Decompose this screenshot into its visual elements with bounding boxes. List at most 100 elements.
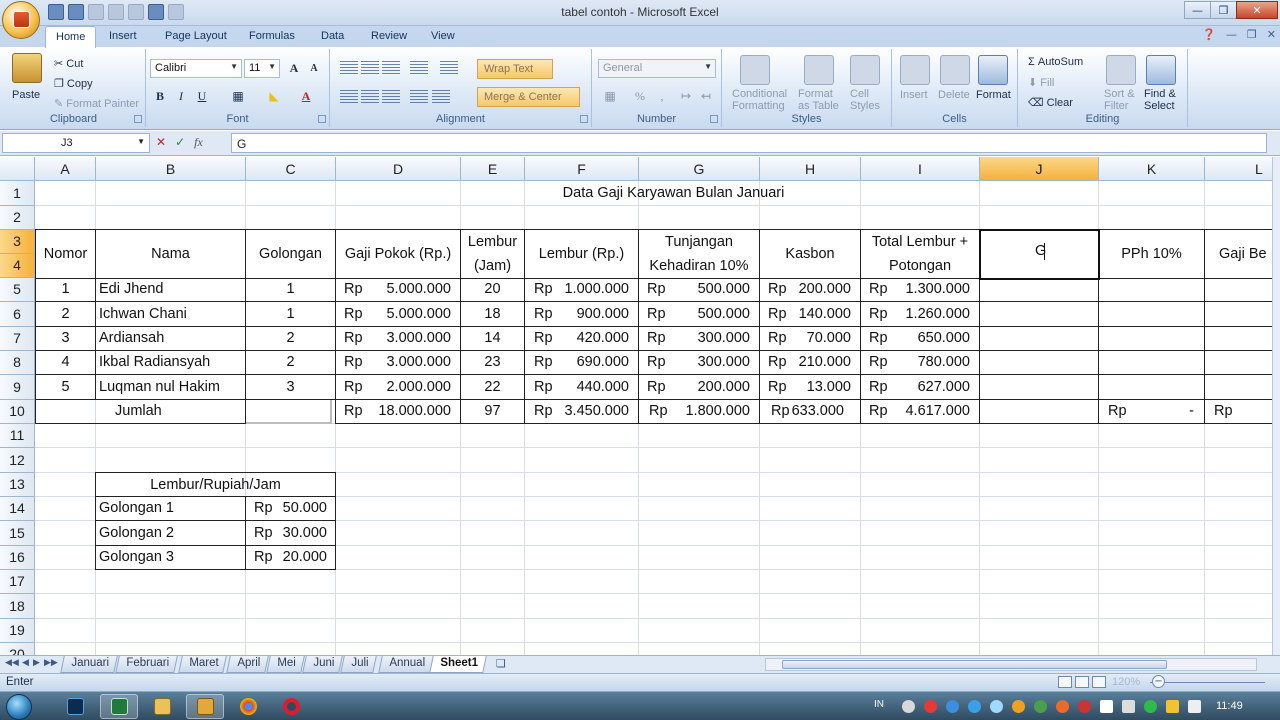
data-cell-no[interactable]: 5	[35, 375, 96, 400]
data-cell-kas[interactable]: Rp 210.000	[760, 351, 861, 375]
header-nama[interactable]: Nama	[96, 229, 246, 279]
header-lembur-rp[interactable]: Lembur (Rp.)	[525, 229, 639, 279]
data-cell-kas[interactable]: Rp 13.000	[760, 375, 861, 400]
paste-button[interactable]: Paste	[12, 89, 40, 101]
jumlah-golongan-cell[interactable]	[246, 400, 332, 424]
data-cell-jam[interactable]: 23	[461, 351, 525, 375]
sort-filter-icon[interactable]	[1106, 55, 1136, 85]
row-header-8[interactable]: 8	[0, 351, 35, 375]
data-cell-jam[interactable]: 14	[461, 327, 525, 351]
column-header-e[interactable]: E	[461, 157, 525, 181]
tab-data[interactable]: Data	[321, 30, 344, 42]
font-launcher-icon[interactable]	[318, 115, 326, 123]
column-header-c[interactable]: C	[246, 157, 336, 181]
header-total[interactable]: Total Lembur + Potongan	[861, 229, 980, 279]
tray-app-icon[interactable]	[1012, 700, 1025, 713]
tray-app-icon[interactable]	[1078, 700, 1091, 713]
data-cell-gol[interactable]: 2	[246, 327, 336, 351]
column-header-g[interactable]: G	[639, 157, 760, 181]
tray-app-icon[interactable]	[1034, 700, 1047, 713]
taskbar-explorer[interactable]	[143, 694, 181, 719]
vertical-scrollbar[interactable]	[1272, 157, 1280, 655]
data-cell-tunj[interactable]: Rp 300.000	[639, 351, 760, 375]
sheet-tab-annual[interactable]: Annual	[378, 656, 434, 673]
tray-app-icon[interactable]	[968, 700, 981, 713]
data-cell-kas[interactable]: Rp 140.000	[760, 302, 861, 327]
header-kasbon[interactable]: Kasbon	[760, 229, 861, 279]
header-pph[interactable]: PPh 10%	[1099, 229, 1205, 279]
row-header-4[interactable]: 4	[0, 254, 35, 278]
network-icon[interactable]	[1100, 700, 1113, 713]
data-cell-tot[interactable]: Rp 1.260.000	[861, 302, 980, 327]
data-cell-lembur[interactable]: Rp 440.000	[525, 375, 639, 400]
number-format-select[interactable]: General ▼	[598, 59, 716, 78]
font-color-button[interactable]: A	[296, 87, 316, 106]
column-header-h[interactable]: H	[760, 157, 861, 181]
column-header-l[interactable]: L	[1205, 157, 1272, 181]
sheet-tab-maret[interactable]: Maret	[178, 656, 228, 673]
grow-font-button[interactable]: A	[284, 59, 304, 78]
lembur-rate[interactable]: Rp 30.000	[246, 521, 336, 546]
last-sheet-icon[interactable]: ▶▶	[44, 658, 58, 668]
row-header-16[interactable]: 16	[0, 546, 35, 570]
orientation-icon[interactable]	[410, 61, 428, 75]
data-cell-tot[interactable]: Rp 650.000	[861, 327, 980, 351]
data-cell-tunj[interactable]: Rp 200.000	[639, 375, 760, 400]
tab-page-layout[interactable]: Page Layout	[165, 30, 227, 42]
data-cell-nama[interactable]: Ikbal Radiansyah	[96, 351, 246, 375]
scroll-thumb[interactable]	[782, 660, 1167, 669]
cut-button[interactable]: ✂ Cut	[54, 57, 83, 70]
data-cell-gol[interactable]: 2	[246, 351, 336, 375]
row-header-19[interactable]: 19	[0, 619, 35, 643]
clear-button[interactable]: ⌫ Clear	[1028, 96, 1073, 109]
wrap-text-button[interactable]: Wrap Text	[477, 59, 553, 79]
copy-button[interactable]: ❐ Copy	[54, 77, 93, 90]
align-right-icon[interactable]	[382, 90, 400, 104]
column-header-k[interactable]: K	[1099, 157, 1205, 181]
office-button[interactable]	[2, 1, 40, 39]
tray-app-icon[interactable]	[990, 700, 1003, 713]
header-golongan[interactable]: Golongan	[246, 229, 336, 279]
close-button[interactable]: ✕	[1236, 1, 1278, 19]
bold-button[interactable]: B	[150, 87, 170, 106]
tray-app-icon[interactable]	[924, 700, 937, 713]
column-header-b[interactable]: B	[96, 157, 246, 181]
insert-cells-icon[interactable]	[900, 55, 930, 85]
data-cell-lembur[interactable]: Rp 690.000	[525, 351, 639, 375]
lembur-golongan[interactable]: Golongan 3	[95, 546, 246, 570]
page-layout-view-icon[interactable]	[1075, 676, 1089, 688]
currency-icon[interactable]: ▦	[600, 87, 620, 106]
lembur-golongan[interactable]: Golongan 2	[95, 521, 246, 546]
zoom-slider[interactable]	[1150, 682, 1265, 683]
tray-app-icon[interactable]	[1056, 700, 1069, 713]
formula-input[interactable]: G	[231, 133, 1267, 153]
align-bottom-icon[interactable]	[382, 61, 400, 75]
tray-app-icon[interactable]	[902, 700, 915, 713]
zoom-out-icon[interactable]: −	[1152, 675, 1165, 688]
start-button[interactable]	[6, 694, 32, 720]
align-left-icon[interactable]	[340, 90, 358, 104]
row-header-9[interactable]: 9	[0, 375, 35, 400]
row-header-13[interactable]: 13	[0, 473, 35, 497]
header-lembur-jam[interactable]: Lembur (Jam)	[461, 229, 525, 279]
shrink-font-button[interactable]: A	[304, 59, 324, 78]
format-cells-button[interactable]: Format	[976, 89, 1011, 101]
horizontal-scrollbar[interactable]	[765, 658, 1257, 671]
font-name-select[interactable]: Calibri ▼	[150, 59, 242, 78]
row-header-18[interactable]: 18	[0, 594, 35, 619]
data-cell-col-10[interactable]	[1099, 375, 1205, 400]
jumlah-pph[interactable]: Rp -	[1099, 400, 1205, 424]
restore-button[interactable]: ❐	[1210, 1, 1237, 19]
data-cell-lembur[interactable]: Rp 420.000	[525, 327, 639, 351]
data-cell-gol[interactable]: 1	[246, 278, 336, 302]
jumlah-jam[interactable]: 97	[461, 400, 525, 424]
header-gaji-pokok[interactable]: Gaji Pokok (Rp.)	[336, 229, 461, 279]
delete-cells-icon[interactable]	[940, 55, 970, 85]
decrease-indent-icon[interactable]	[410, 90, 428, 104]
data-cell-col-11[interactable]	[1205, 302, 1272, 327]
header-nomor[interactable]: Nomor	[35, 229, 96, 279]
data-cell-col-10[interactable]	[1099, 351, 1205, 375]
data-cell-gaji[interactable]: Rp 5.000.000	[336, 302, 461, 327]
data-cell-jam[interactable]: 18	[461, 302, 525, 327]
data-cell-tunj[interactable]: Rp 300.000	[639, 327, 760, 351]
